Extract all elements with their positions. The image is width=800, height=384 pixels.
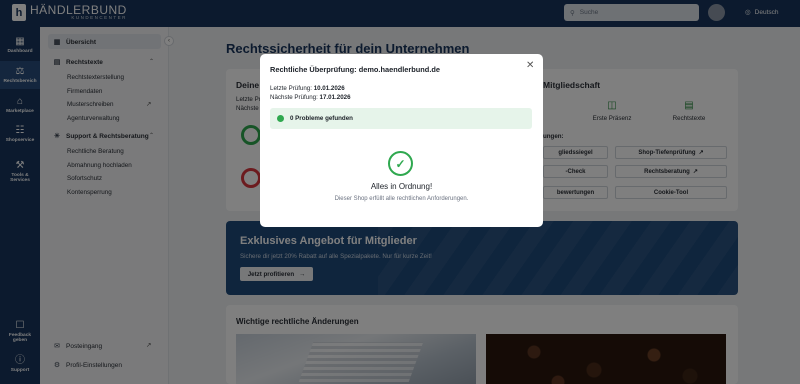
next-check-date: 17.01.2026 [319, 94, 351, 101]
next-check-line: Nächste Prüfung: 17.01.2026 [270, 94, 351, 101]
status-text: 0 Probleme gefunden [290, 115, 353, 122]
last-check-date: 10.01.2026 [313, 85, 345, 92]
checkmark-icon: ✓ [388, 151, 413, 176]
status-dot-icon [277, 115, 284, 122]
success-description: Dieser Shop erfüllt alle rechtlichen Anf… [334, 196, 469, 202]
legal-check-modal: Rechtliche Überprüfung: demo.haendlerbun… [260, 54, 543, 227]
modal-title: Rechtliche Überprüfung: demo.haendlerbun… [270, 65, 440, 74]
status-banner: 0 Probleme gefunden [270, 108, 532, 129]
last-check-line: Letzte Prüfung: 10.01.2026 [270, 85, 345, 92]
success-title: Alles in Ordnung! [370, 182, 433, 191]
close-icon[interactable]: ✕ [526, 61, 534, 71]
